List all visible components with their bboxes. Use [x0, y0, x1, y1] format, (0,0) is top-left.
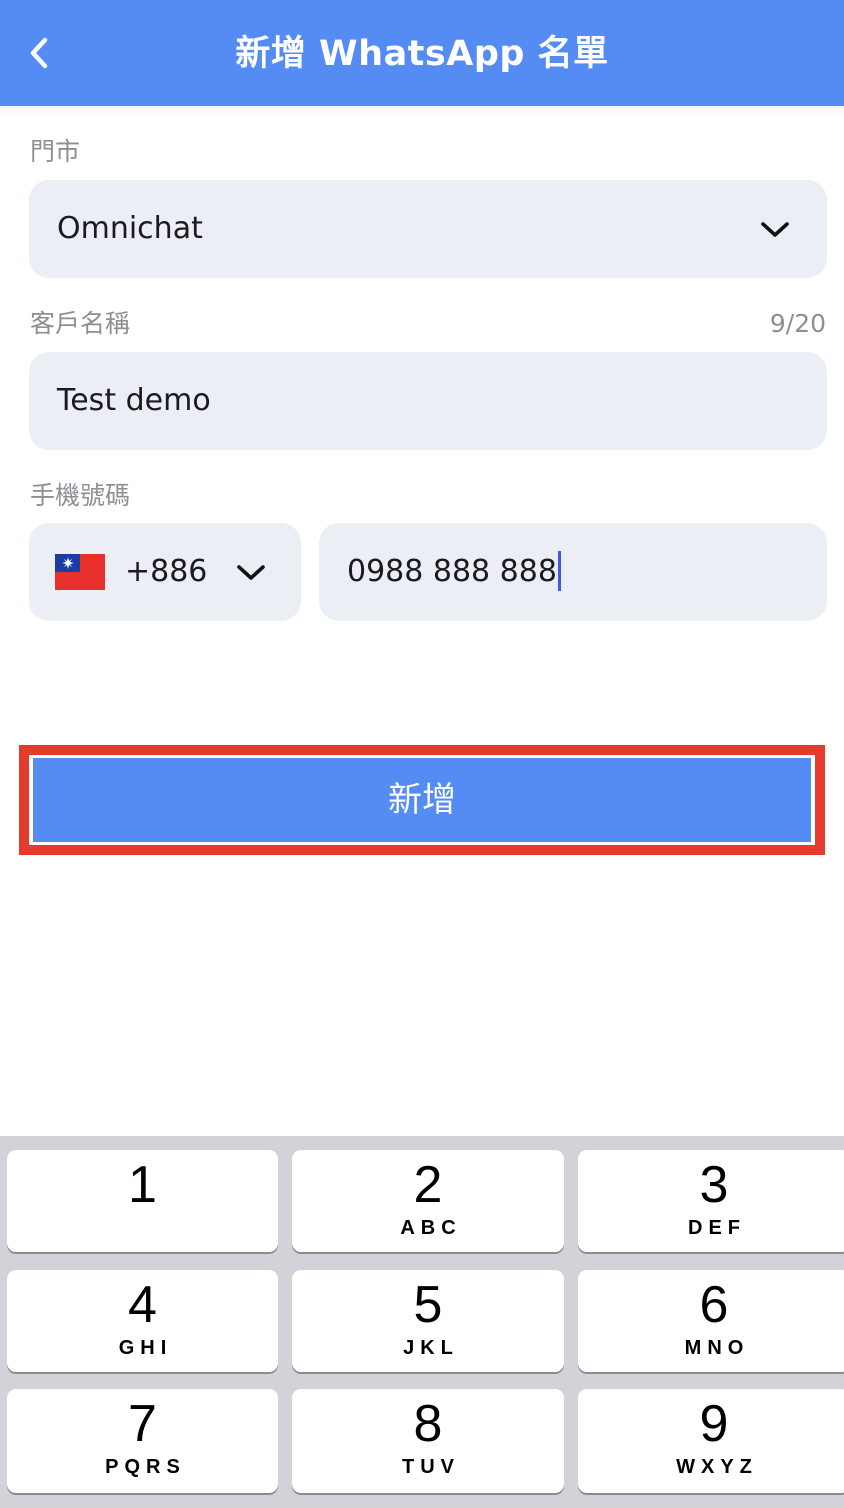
country-code-select[interactable]: +886: [29, 523, 301, 621]
key-9[interactable]: 9 WXYZ: [578, 1389, 844, 1493]
customer-name-label: 客戶名稱: [30, 309, 131, 338]
key-letters: TUV: [402, 1456, 460, 1478]
key-letters: DEF: [688, 1217, 746, 1239]
key-digit: 1: [128, 1156, 157, 1214]
phone-number-input[interactable]: 0988 888 888: [319, 523, 827, 621]
key-1[interactable]: 1: [7, 1150, 278, 1252]
page-title: 新增 WhatsApp 名單: [235, 34, 609, 74]
key-digit: 5: [413, 1276, 443, 1334]
key-digit: 7: [128, 1395, 157, 1453]
taiwan-flag-icon: [55, 554, 105, 590]
country-code-value: +886: [125, 554, 208, 589]
text-cursor: [557, 550, 561, 591]
key-2[interactable]: 2 ABC: [292, 1150, 564, 1252]
store-select[interactable]: Omnichat: [29, 180, 827, 278]
key-7[interactable]: 7 PQRS: [7, 1389, 278, 1493]
header-shadow: [0, 106, 844, 116]
key-letters: GHI: [118, 1337, 173, 1359]
key-digit: 6: [699, 1276, 729, 1334]
add-button[interactable]: 新增: [33, 758, 811, 842]
customer-name-input[interactable]: Test demo: [29, 352, 827, 450]
key-digit: 4: [128, 1276, 157, 1334]
key-5[interactable]: 5 JKL: [292, 1270, 564, 1372]
key-letters: MNO: [684, 1337, 750, 1359]
key-digit: 2: [413, 1156, 443, 1214]
chevron-down-icon: [237, 565, 265, 580]
phone-label: 手機號碼: [30, 481, 131, 510]
phone-number-value: 0988 888 888: [347, 554, 557, 589]
key-letters: PQRS: [105, 1456, 186, 1478]
key-digit: 9: [699, 1395, 729, 1453]
key-letters: JKL: [403, 1337, 459, 1359]
key-digit: 3: [699, 1156, 729, 1214]
character-counter: 9/20: [769, 309, 826, 338]
key-letters: WXYZ: [676, 1456, 758, 1478]
key-8[interactable]: 8 TUV: [292, 1389, 564, 1493]
key-letters: ABC: [400, 1217, 462, 1239]
key-4[interactable]: 4 GHI: [7, 1270, 278, 1372]
customer-name-value: Test demo: [57, 383, 211, 418]
key-digit: 8: [413, 1395, 443, 1453]
key-6[interactable]: 6 MNO: [578, 1270, 844, 1372]
phone-number-field: 0988 888 888: [347, 523, 561, 621]
store-label: 門市: [30, 137, 81, 166]
key-3[interactable]: 3 DEF: [578, 1150, 844, 1252]
app-header: 新增 WhatsApp 名單: [0, 0, 844, 106]
store-value: Omnichat: [57, 211, 203, 246]
chevron-down-icon: [761, 222, 789, 237]
